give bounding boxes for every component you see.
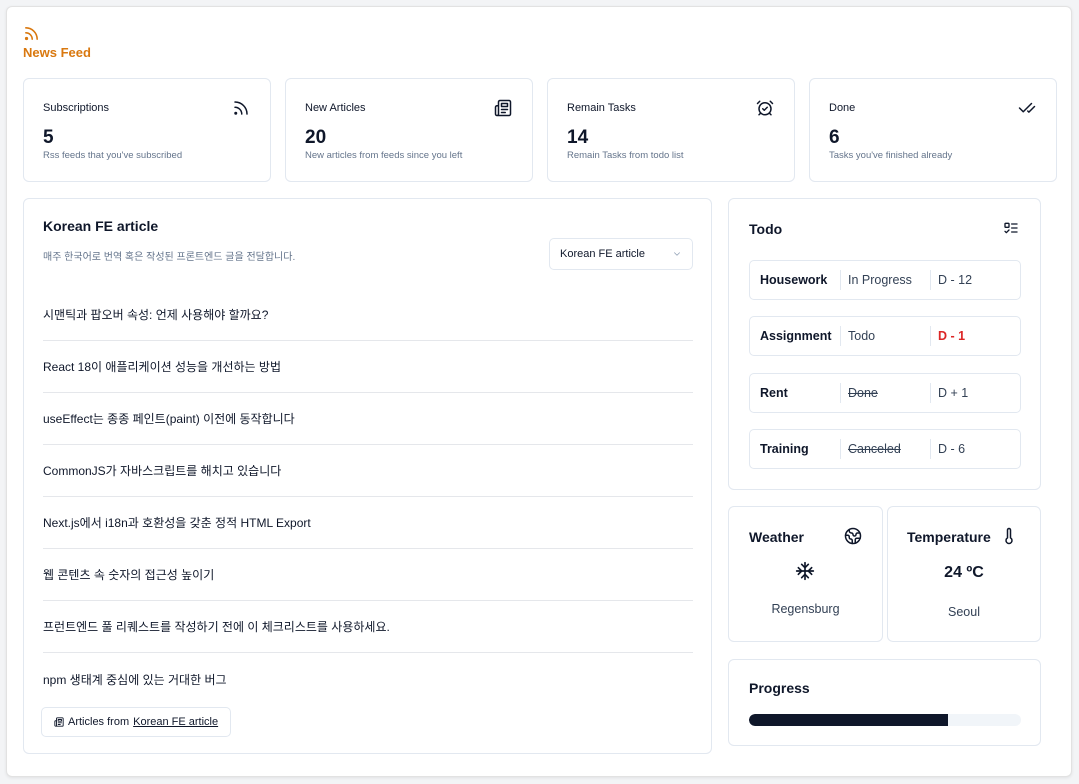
feed-card: Korean FE article 매주 한국어로 번역 혹은 작성된 프론트엔… xyxy=(23,198,712,754)
feed-select[interactable]: Korean FE article xyxy=(549,238,693,270)
stat-label: Subscriptions xyxy=(43,102,110,114)
temperature-title: Temperature xyxy=(907,529,991,545)
article-item[interactable]: useEffect는 종종 페인트(paint) 이전에 동작합니다 xyxy=(43,393,693,445)
progress-bar xyxy=(749,714,1021,726)
articles-from-button[interactable]: Articles from Korean FE article xyxy=(41,707,232,737)
brand: News Feed xyxy=(23,25,91,60)
progress-title: Progress xyxy=(749,680,810,696)
article-item[interactable]: CommonJS가 자바스크립트를 해치고 있습니다 xyxy=(43,445,693,497)
newspaper-icon xyxy=(494,99,512,117)
todo-title: Todo xyxy=(749,221,783,237)
articles-from-label: Articles from xyxy=(68,716,130,728)
todo-item[interactable]: Housework In Progress D - 12 xyxy=(749,260,1021,300)
progress-bar-fill xyxy=(749,714,948,726)
article-item[interactable]: Next.js에서 i18n과 호환성을 갖춘 정적 HTML Export xyxy=(43,497,693,549)
stat-value: 6 xyxy=(829,127,840,148)
stat-desc: Tasks you've finished already xyxy=(829,150,953,161)
article-item[interactable]: 웹 콘텐츠 속 숫자의 접근성 높이기 xyxy=(43,549,693,601)
stat-card-subscriptions: Subscriptions 5 Rss feeds that you've su… xyxy=(23,78,271,182)
article-item[interactable]: npm 생태계 중심에 있는 거대한 버그 xyxy=(43,653,693,705)
temperature-city: Seoul xyxy=(948,605,980,619)
app-title: News Feed xyxy=(23,45,91,60)
feed-title: Korean FE article xyxy=(43,218,159,234)
weather-title: Weather xyxy=(749,529,804,545)
feed-link[interactable]: Korean FE article xyxy=(133,716,218,728)
double-check-icon xyxy=(1018,102,1036,113)
temperature-card: Temperature 24 ºC Seoul xyxy=(887,506,1041,642)
article-item[interactable]: 시맨틱과 팝오버 속성: 언제 사용해야 할까요? xyxy=(43,289,693,341)
todo-item[interactable]: Assignment Todo D - 1 xyxy=(749,316,1021,356)
stat-value: 20 xyxy=(305,127,327,148)
temperature-value: 24 ºC xyxy=(944,564,984,581)
stat-desc: Remain Tasks from todo list xyxy=(567,150,684,161)
todo-name: Rent xyxy=(760,386,788,400)
stat-card-done: Done 6 Tasks you've finished already xyxy=(809,78,1057,182)
todo-name: Assignment xyxy=(760,329,832,343)
thermometer-icon xyxy=(1005,527,1013,545)
todo-status: Canceled xyxy=(840,439,930,459)
todo-due: D - 12 xyxy=(930,270,972,290)
globe-icon xyxy=(844,527,862,545)
stat-card-new-articles: New Articles 20 New articles from feeds … xyxy=(285,78,533,182)
todo-item[interactable]: Training Canceled D - 6 xyxy=(749,429,1021,469)
chevron-down-icon xyxy=(674,252,680,256)
snowflake-icon xyxy=(795,561,815,581)
stat-label: New Articles xyxy=(305,102,366,114)
stat-label: Done xyxy=(829,102,856,114)
stat-value: 5 xyxy=(43,127,54,148)
stat-label: Remain Tasks xyxy=(567,102,636,114)
todo-card: Todo Housework In Progress D - 12 Assign… xyxy=(728,198,1041,490)
rss-icon xyxy=(234,101,248,115)
alarm-clock-icon xyxy=(756,100,774,116)
feed-description: 매주 한국어로 번역 혹은 작성된 프론트엔드 글을 전달합니다. xyxy=(43,252,296,263)
article-list: 시맨틱과 팝오버 속성: 언제 사용해야 할까요? React 18이 애플리케… xyxy=(43,289,693,705)
newspaper-icon xyxy=(54,717,64,727)
dashboard: News Feed Subscriptions 5 Rss feeds that… xyxy=(6,6,1072,777)
stat-card-remain-tasks: Remain Tasks 14 Remain Tasks from todo l… xyxy=(547,78,795,182)
weather-card: Weather Regensburg xyxy=(728,506,883,642)
todo-status: In Progress xyxy=(840,270,930,290)
todo-status: Done xyxy=(840,383,930,403)
feed-select-value: Korean FE article xyxy=(560,248,645,260)
todo-status: Todo xyxy=(840,326,930,346)
weather-city: Regensburg xyxy=(771,602,840,616)
progress-card: Progress xyxy=(728,659,1041,746)
checklist-icon xyxy=(1004,222,1018,234)
todo-due: D + 1 xyxy=(930,383,968,403)
article-item[interactable]: React 18이 애플리케이션 성능을 개선하는 방법 xyxy=(43,341,693,393)
todo-due: D - 1 xyxy=(930,326,965,346)
todo-item[interactable]: Rent Done D + 1 xyxy=(749,373,1021,413)
article-item[interactable]: 프런트엔드 풀 리퀘스트를 작성하기 전에 이 체크리스트를 사용하세요. xyxy=(43,601,693,653)
stat-desc: Rss feeds that you've subscribed xyxy=(43,150,183,161)
rss-icon xyxy=(24,27,38,41)
todo-due: D - 6 xyxy=(930,439,965,459)
todo-name: Housework xyxy=(760,273,828,287)
stat-value: 14 xyxy=(567,127,589,148)
todo-name: Training xyxy=(760,442,809,456)
stat-desc: New articles from feeds since you left xyxy=(305,150,463,161)
